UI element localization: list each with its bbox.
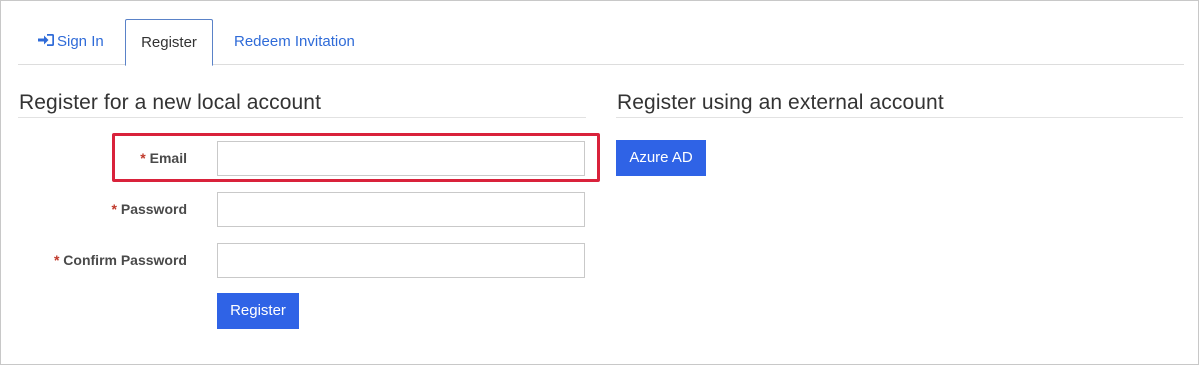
password-label: * Password [0,201,187,217]
email-required-marker: * [140,150,146,166]
tab-sign-in[interactable]: Sign In [23,19,118,65]
confirm-password-label: * Confirm Password [0,252,187,268]
tab-redeem-invitation[interactable]: Redeem Invitation [220,19,369,65]
tab-register[interactable]: Register [125,19,213,66]
tab-sign-in-label: Sign In [57,33,104,50]
email-label: * Email [0,150,187,166]
tab-register-label: Register [141,34,197,51]
confirm-password-field[interactable] [217,243,585,278]
tab-bar: Sign In Register Redeem Invitation [18,19,1184,66]
password-required-marker: * [111,201,117,217]
azure-ad-button[interactable]: Azure AD [616,140,706,176]
password-field[interactable] [217,192,585,227]
register-button[interactable]: Register [217,293,299,329]
email-label-text: Email [149,150,187,166]
external-account-heading: Register using an external account [617,91,944,114]
confirm-label-text: Confirm Password [63,252,187,268]
tab-redeem-label: Redeem Invitation [234,33,355,50]
confirm-required-marker: * [53,252,60,268]
sign-in-icon [37,20,55,46]
local-heading-divider [18,117,586,118]
email-field[interactable] [217,141,585,176]
password-label-text: Password [120,201,187,217]
local-account-heading: Register for a new local account [19,91,322,114]
external-heading-divider [616,117,1183,118]
